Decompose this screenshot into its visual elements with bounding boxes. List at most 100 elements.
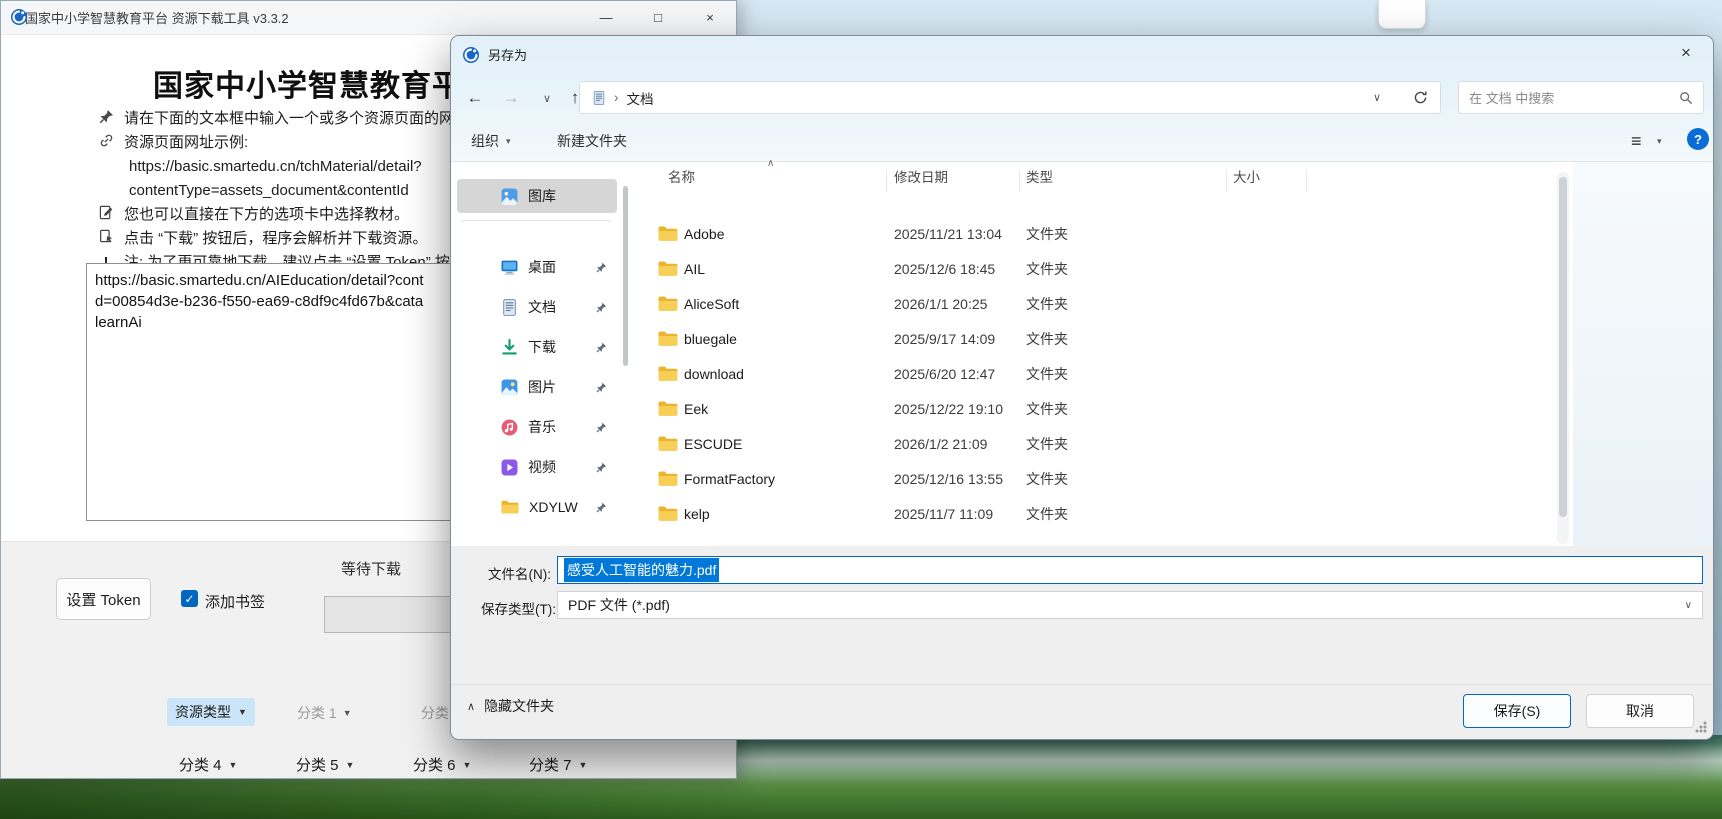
category-1-dropdown[interactable]: 分类 1 ▼	[297, 703, 352, 723]
sidebar-item-label: XDYLW	[529, 499, 578, 515]
column-divider[interactable]	[1306, 170, 1307, 192]
background-window-fragment	[1378, 0, 1426, 29]
savetype-label: 保存类型(T):	[481, 598, 556, 618]
sidebar-item-gallery[interactable]: 图库	[457, 179, 617, 213]
close-icon[interactable]: ×	[684, 1, 736, 34]
column-header-size[interactable]: 大小	[1233, 166, 1260, 196]
table-row[interactable]: bluegale 2025/9/17 14:09 文件夹	[647, 321, 1567, 356]
sidebar-item-label: 音乐	[528, 417, 556, 437]
instruction-line: 请在下面的文本框中输入一个或多个资源页面的网址。	[97, 109, 484, 128]
table-row[interactable]: AliceSoft 2026/1/1 20:25 文件夹	[647, 286, 1567, 321]
set-token-button[interactable]: 设置 Token	[56, 578, 151, 620]
file-name: kelp	[684, 506, 710, 522]
file-name: bluegale	[684, 331, 737, 347]
category-7-dropdown[interactable]: 分类 7 ▼	[529, 754, 587, 775]
table-row[interactable]: AIL 2025/12/6 18:45 文件夹	[647, 251, 1567, 286]
column-divider[interactable]	[1019, 170, 1020, 192]
pictures-icon	[501, 379, 518, 396]
bookmark-checkbox-label[interactable]: 添加书签	[205, 591, 265, 612]
edit-document-icon	[97, 205, 115, 220]
file-type: 文件夹	[1026, 259, 1068, 279]
savetype-select[interactable]: PDF 文件 (*.pdf) ∨	[557, 591, 1703, 619]
column-header-name[interactable]: 名称	[668, 166, 695, 196]
savetype-value: PDF 文件 (*.pdf)	[568, 595, 670, 615]
cancel-button[interactable]: 取消	[1586, 694, 1694, 728]
sidebar-item-label: 下载	[528, 337, 556, 357]
sidebar-scrollbar[interactable]	[623, 176, 628, 536]
new-folder-button[interactable]: 新建文件夹	[557, 124, 627, 158]
folder-icon	[658, 226, 678, 241]
resource-type-dropdown[interactable]: 资源类型 ▼	[167, 698, 255, 726]
sidebar-item-label: 桌面	[528, 257, 556, 277]
hide-folders-label: 隐藏文件夹	[484, 696, 554, 716]
sidebar-item-pictures[interactable]: 图片	[457, 370, 617, 404]
save-button[interactable]: 保存(S)	[1463, 694, 1571, 728]
table-row[interactable]: Adobe 2025/11/21 13:04 文件夹	[647, 216, 1567, 251]
table-row[interactable]: FormatFactory 2025/12/16 13:55 文件夹	[647, 461, 1567, 496]
download-progress-bar	[324, 596, 459, 633]
column-divider[interactable]	[886, 170, 887, 192]
forward-icon[interactable]: →	[495, 82, 527, 114]
status-label: 等待下载	[341, 558, 401, 579]
sidebar-item-desktop[interactable]: 桌面	[457, 250, 617, 284]
bookmark-checkbox[interactable]: ✓	[181, 590, 198, 607]
maximize-icon[interactable]: □	[632, 1, 684, 34]
sidebar-item-downloads[interactable]: 下载	[457, 330, 617, 364]
column-divider[interactable]	[1226, 170, 1227, 192]
instruction-text: https://basic.smartedu.cn/tchMaterial/de…	[129, 157, 422, 176]
dialog-titlebar[interactable]: 另存为	[463, 45, 527, 64]
file-date: 2025/9/17 14:09	[894, 331, 995, 347]
category-5-dropdown[interactable]: 分类 5 ▼	[296, 754, 354, 775]
organize-button[interactable]: 组织 ▾	[471, 124, 511, 158]
file-list-scrollbar[interactable]	[1557, 172, 1569, 544]
instruction-line: 资源页面网址示例:	[97, 133, 248, 152]
table-row[interactable]: Eek 2025/12/22 19:10 文件夹	[647, 391, 1567, 426]
file-type: 文件夹	[1026, 329, 1068, 349]
file-name: Adobe	[684, 226, 724, 242]
file-date: 2025/11/21 13:04	[894, 226, 1002, 242]
url-line: learnAi	[95, 312, 449, 333]
url-line: https://basic.smartedu.cn/AIEducation/de…	[95, 270, 449, 291]
address-bar[interactable]: › 文档 ∨	[579, 81, 1441, 114]
organize-label: 组织	[471, 131, 499, 151]
sidebar-separator	[461, 220, 611, 221]
sidebar-item-videos[interactable]: 视频	[457, 450, 617, 484]
resize-grip[interactable]	[1695, 721, 1707, 733]
sidebar-item-music[interactable]: 音乐	[457, 410, 617, 444]
main-titlebar[interactable]: 国家中小学智慧教育平台 资源下载工具 v3.3.2 — □ ×	[1, 1, 736, 35]
table-row[interactable]: ESCUDE 2026/1/2 21:09 文件夹	[647, 426, 1567, 461]
table-row[interactable]: download 2025/6/20 12:47 文件夹	[647, 356, 1567, 391]
pin-icon	[596, 422, 607, 433]
column-header-date[interactable]: 修改日期	[894, 166, 948, 196]
help-icon[interactable]: ?	[1687, 128, 1709, 150]
filename-input[interactable]: 感受人工智能的魅力.pdf	[557, 556, 1703, 584]
table-row[interactable]: kelp 2025/11/7 11:09 文件夹	[647, 496, 1567, 531]
hide-folders-button[interactable]: ∧ 隐藏文件夹	[467, 696, 554, 716]
file-name: ESCUDE	[684, 436, 742, 452]
instruction-text: contentType=assets_document&contentId	[129, 181, 409, 200]
save-as-dialog: 另存为 × ← → ∨ ↑ › 文档 ∨ 在 文档 中搜索	[450, 35, 1714, 740]
category-4-dropdown[interactable]: 分类 4 ▼	[179, 754, 237, 775]
view-mode-chevron-icon[interactable]: ▾	[1657, 124, 1662, 158]
sidebar-item-label: 图库	[528, 186, 556, 206]
breadcrumb-current[interactable]: 文档	[627, 88, 654, 108]
folder-icon	[658, 436, 678, 451]
new-folder-label: 新建文件夹	[557, 131, 627, 151]
sidebar-item-documents[interactable]: 文档	[457, 290, 617, 324]
search-input[interactable]: 在 文档 中搜索	[1458, 81, 1704, 114]
minimize-icon[interactable]: —	[580, 1, 632, 34]
category-6-dropdown[interactable]: 分类 6 ▼	[413, 754, 471, 775]
sample-url-line: https://basic.smartedu.cn/tchMaterial/de…	[129, 157, 422, 176]
close-icon[interactable]: ×	[1665, 38, 1707, 68]
file-type: 文件夹	[1026, 504, 1068, 524]
back-icon[interactable]: ←	[459, 82, 491, 114]
app-logo-icon	[11, 9, 27, 25]
refresh-icon[interactable]	[1413, 90, 1428, 105]
view-mode-icon[interactable]: ≡	[1631, 124, 1642, 158]
address-dropdown-chevron-icon[interactable]: ∨	[1373, 91, 1381, 104]
column-header-type[interactable]: 类型	[1026, 166, 1053, 196]
url-textarea[interactable]: https://basic.smartedu.cn/AIEducation/de…	[86, 263, 458, 521]
category-6-label: 分类 6	[413, 754, 456, 775]
url-line: d=00854d3e-b236-f550-ea69-c8df9c4fd67b&c…	[95, 291, 449, 312]
sidebar-item-xdylw[interactable]: XDYLW	[457, 490, 617, 524]
